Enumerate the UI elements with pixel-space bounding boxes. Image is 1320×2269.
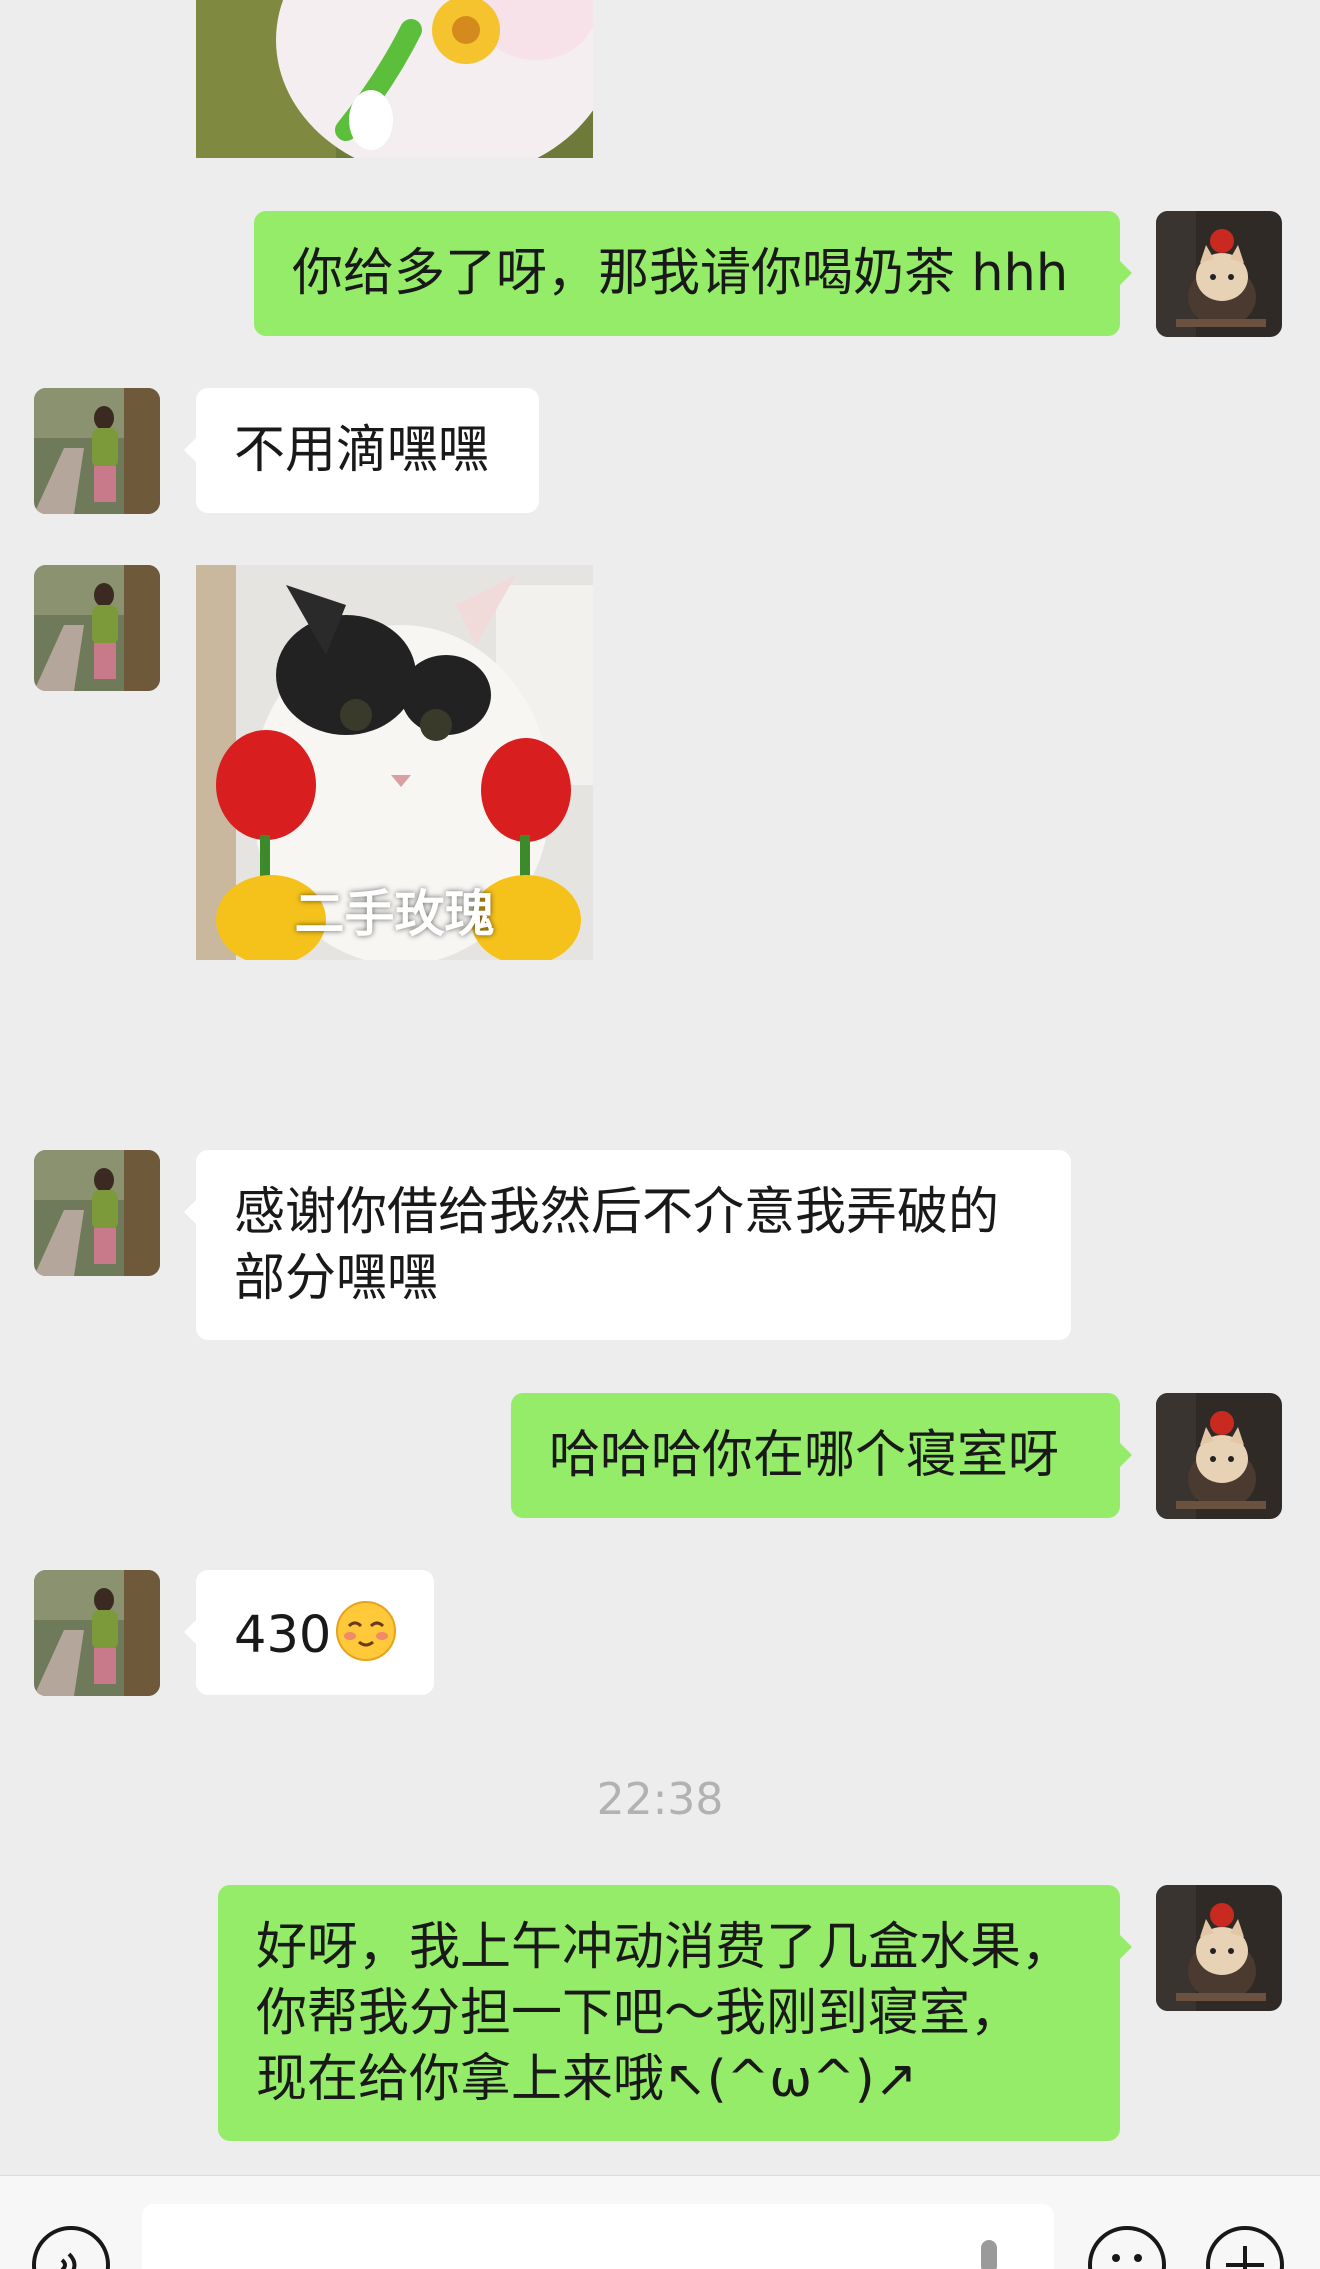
message-bubble-received[interactable]: 不用滴嘿嘿 [184,388,539,513]
message-bubble-received[interactable]: 感谢你借给我然后不介意我弄破的 部分嘿嘿 [184,1150,1071,1340]
message-bubble-sent[interactable]: 你给多了呀，那我请你喝奶茶 hhh [254,211,1132,336]
message-text-line: 好呀，我上午冲动消费了几盒水果， [256,1918,1073,1977]
rabbit-sticker-image [196,0,593,158]
bubble-tail [1120,1935,1132,1959]
kitten-avatar-image [1156,211,1282,337]
bubble-tail [184,1620,196,1644]
bubble-tail [1120,261,1132,285]
kitten-avatar-image [1156,1393,1282,1519]
contact-photo-image [34,565,160,691]
message-text: 430 [234,1606,332,1665]
contact-photo-image [34,1570,160,1696]
shy-smile-emoji-icon [336,1601,397,1661]
chat-area[interactable]: 你给多了呀，那我请你喝奶茶 hhh 不用滴嘿嘿 二手玫瑰 感谢你借给我然后不介意… [0,0,1320,2175]
bubble-tail [184,438,196,462]
message-bubble-sent[interactable]: 哈哈哈你在哪个寝室呀 [511,1393,1132,1518]
message-text-line: 部分嘿嘿 [234,1249,439,1308]
sticker-cat-roses[interactable]: 二手玫瑰 [196,565,593,960]
message-timestamp: 22:38 [596,1774,724,1825]
my-avatar[interactable] [1156,1393,1282,1519]
voice-input-icon[interactable] [32,2226,110,2269]
sticker-rabbit-flower[interactable] [196,0,593,158]
emoji-icon[interactable] [1088,2226,1166,2269]
contact-avatar[interactable] [34,1570,160,1696]
message-text: 你给多了呀，那我请你喝奶茶 hhh [292,244,1069,303]
message-bubble-received[interactable]: 430 [184,1570,434,1695]
bubble-tail [1120,1443,1132,1467]
message-text: 不用滴嘿嘿 [234,421,490,480]
bubble-tail [184,1200,196,1224]
message-text-line: 现在给你拿上来哦↖(^ω^)↗ [256,2050,918,2109]
contact-avatar[interactable] [34,1150,160,1276]
message-text: 哈哈哈你在哪个寝室呀 [549,1426,1060,1485]
kitten-avatar-image [1156,1885,1282,2011]
plus-icon[interactable] [1206,2226,1284,2269]
message-input-field[interactable] [142,2204,1054,2269]
input-bar [0,2175,1320,2269]
sticker-caption: 二手玫瑰 [294,885,495,943]
contact-photo-image [34,388,160,514]
contact-avatar[interactable] [34,565,160,691]
my-avatar[interactable] [1156,211,1282,337]
microphone-icon[interactable] [969,2240,1009,2269]
my-avatar[interactable] [1156,1885,1282,2011]
message-bubble-sent[interactable]: 好呀，我上午冲动消费了几盒水果， 你帮我分担一下吧～我刚到寝室， 现在给你拿上来… [218,1885,1132,2141]
contact-photo-image [34,1150,160,1276]
message-text-line: 感谢你借给我然后不介意我弄破的 [234,1183,1000,1242]
contact-avatar[interactable] [34,388,160,514]
message-text-line: 你帮我分担一下吧～我刚到寝室， [256,1984,1022,2043]
